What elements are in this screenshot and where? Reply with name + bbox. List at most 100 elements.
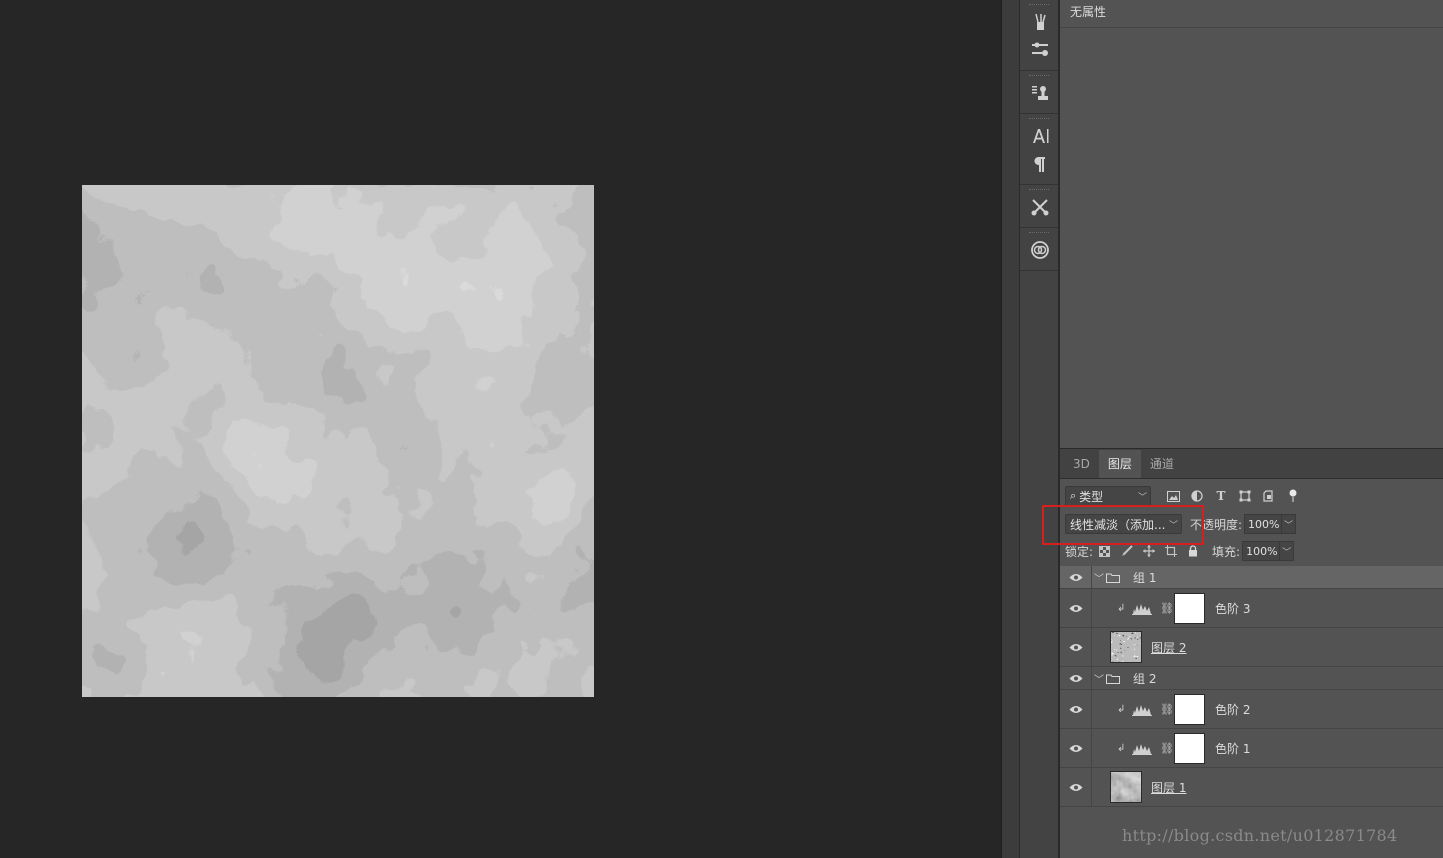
lock-label: 锁定: (1065, 544, 1094, 559)
eye-icon[interactable] (1068, 670, 1084, 686)
brush-settings-button[interactable] (1020, 193, 1060, 221)
layer-list: ﹀ 组 1 ↲ ⛓ 色阶 3 图层 2 ﹀ 组 2 ↲ ⛓ 色阶 2 ↲ ⛓ 色… (1060, 566, 1443, 807)
tool-presets-icon (1032, 42, 1048, 56)
tool-group-type (1020, 114, 1058, 185)
layers-panel: 3D 图层 通道 ⌕ 类型 ﹀ T 线性减淡（添加... ﹀ 不透明度: 100… (1059, 448, 1443, 858)
eye-icon[interactable] (1068, 639, 1084, 655)
blend-row: 线性减淡（添加... ﹀ 不透明度: 100% ﹀ (1060, 512, 1443, 536)
eye-icon[interactable] (1068, 600, 1084, 616)
layer-mask-thumbnail[interactable] (1174, 732, 1205, 764)
paragraph-button[interactable] (1020, 150, 1060, 178)
levels-histogram-icon (1132, 601, 1152, 615)
layer-pixel-1[interactable]: 图层 1 (1060, 768, 1443, 807)
fill-label: 填充: (1212, 544, 1241, 559)
shape-filter-icon[interactable] (1237, 488, 1253, 504)
clipping-arrow-icon: ↲ (1117, 742, 1126, 754)
expand-chevron-icon[interactable]: ﹀ (1094, 570, 1104, 585)
layer-name: 图层 1 (1151, 780, 1187, 795)
filter-kind-value: 类型 (1079, 489, 1104, 504)
watermark-text: http://blog.csdn.net/u012871784 (1122, 826, 1398, 845)
layer-levels-2[interactable]: ↲ ⛓ 色阶 2 (1060, 690, 1443, 729)
layer-group-1[interactable]: ﹀ 组 1 (1060, 566, 1443, 589)
folder-icon (1106, 673, 1120, 684)
fill-dropdown-button[interactable]: ﹀ (1280, 541, 1295, 561)
mask-link-icon[interactable]: ⛓ (1160, 602, 1174, 615)
tab-3d[interactable]: 3D (1064, 450, 1099, 478)
filter-toggle-icon[interactable] (1285, 488, 1301, 504)
properties-no-properties-label: 无属性 (1060, 0, 1443, 28)
chevron-down-icon: ﹀ (1282, 547, 1292, 558)
document-image[interactable] (82, 185, 594, 697)
clone-source-button[interactable] (1020, 79, 1060, 107)
chevron-down-icon: ﹀ (1137, 493, 1147, 503)
lock-image-pixels-icon[interactable] (1119, 544, 1134, 559)
tool-group-brushes (1020, 0, 1058, 71)
lock-all-icon[interactable] (1185, 544, 1200, 559)
mask-link-icon[interactable]: ⛓ (1160, 742, 1174, 755)
lock-position-icon[interactable] (1141, 544, 1156, 559)
paragraph-icon (1034, 157, 1045, 172)
character-button[interactable] (1020, 122, 1060, 150)
layer-mask-thumbnail[interactable] (1174, 693, 1205, 725)
fill-input[interactable]: 100% (1242, 541, 1281, 561)
layer-thumbnail-clouds[interactable] (1110, 771, 1142, 803)
image-filter-icon[interactable] (1165, 488, 1181, 504)
character-icon (1033, 129, 1049, 143)
panel-dock-gutter (1001, 0, 1019, 858)
folder-icon (1106, 572, 1120, 583)
blend-mode-select[interactable]: 线性减淡（添加... ﹀ (1065, 514, 1182, 534)
lock-row: 锁定: 填充: 100% ﹀ (1060, 539, 1443, 563)
canvas-area (0, 0, 1001, 858)
layer-levels-1[interactable]: ↲ ⛓ 色阶 1 (1060, 729, 1443, 768)
opacity-input[interactable]: 100% (1244, 514, 1283, 534)
tool-presets-button[interactable] (1020, 36, 1060, 64)
layer-filter-row: ⌕ 类型 ﹀ T (1060, 484, 1443, 508)
chevron-down-icon: ﹀ (1284, 520, 1294, 531)
lock-artboard-icon[interactable] (1163, 544, 1178, 559)
creative-cloud-button[interactable] (1020, 236, 1060, 264)
opacity-label: 不透明度: (1190, 517, 1243, 532)
eye-icon[interactable] (1068, 569, 1084, 585)
layer-name: 色阶 3 (1215, 601, 1251, 616)
tab-layers[interactable]: 图层 (1098, 450, 1141, 478)
layer-name: 图层 2 (1151, 640, 1187, 655)
tab-channels[interactable]: 通道 (1141, 450, 1183, 478)
smart-object-filter-icon[interactable] (1261, 488, 1277, 504)
properties-panel: 无属性 (1059, 0, 1443, 448)
type-filter-icon[interactable]: T (1213, 488, 1229, 504)
clone-source-icon (1032, 86, 1048, 100)
brush-presets-button[interactable] (1020, 8, 1060, 36)
filter-kind-select[interactable]: ⌕ 类型 ﹀ (1065, 486, 1151, 506)
layer-mask-thumbnail[interactable] (1174, 592, 1205, 624)
layer-group-2[interactable]: ﹀ 组 2 (1060, 667, 1443, 690)
layer-name: 组 1 (1133, 570, 1157, 585)
eye-icon[interactable] (1068, 701, 1084, 717)
brush-settings-icon (1031, 199, 1049, 216)
tool-group-clone (1020, 71, 1058, 114)
expand-chevron-icon[interactable]: ﹀ (1094, 671, 1104, 686)
chevron-down-icon: ﹀ (1168, 521, 1178, 531)
eye-icon[interactable] (1068, 779, 1084, 795)
adjustment-filter-icon[interactable] (1189, 488, 1205, 504)
opacity-dropdown-button[interactable]: ﹀ (1282, 514, 1297, 534)
layers-tab-bar: 3D 图层 通道 (1060, 449, 1443, 479)
tool-group-cc (1020, 228, 1058, 271)
mask-link-icon[interactable]: ⛓ (1160, 703, 1174, 716)
clipping-arrow-icon: ↲ (1117, 602, 1126, 614)
blend-mode-value: 线性减淡（添加... (1070, 517, 1166, 532)
collapsed-panel-strip (1019, 0, 1059, 858)
layer-name: 色阶 2 (1215, 702, 1251, 717)
levels-histogram-icon (1132, 702, 1152, 716)
levels-histogram-icon (1132, 741, 1152, 755)
tool-group-brush-settings (1020, 185, 1058, 228)
clipping-arrow-icon: ↲ (1117, 703, 1126, 715)
search-icon: ⌕ (1070, 489, 1077, 502)
posterized-clouds-image (82, 185, 594, 697)
creative-cloud-icon (1031, 241, 1049, 259)
layer-pixel-2[interactable]: 图层 2 (1060, 628, 1443, 667)
layer-thumbnail-noise[interactable] (1110, 631, 1142, 663)
layer-name: 组 2 (1133, 671, 1157, 686)
layer-levels-3[interactable]: ↲ ⛓ 色阶 3 (1060, 589, 1443, 628)
lock-transparent-pixels-icon[interactable] (1097, 544, 1112, 559)
eye-icon[interactable] (1068, 740, 1084, 756)
